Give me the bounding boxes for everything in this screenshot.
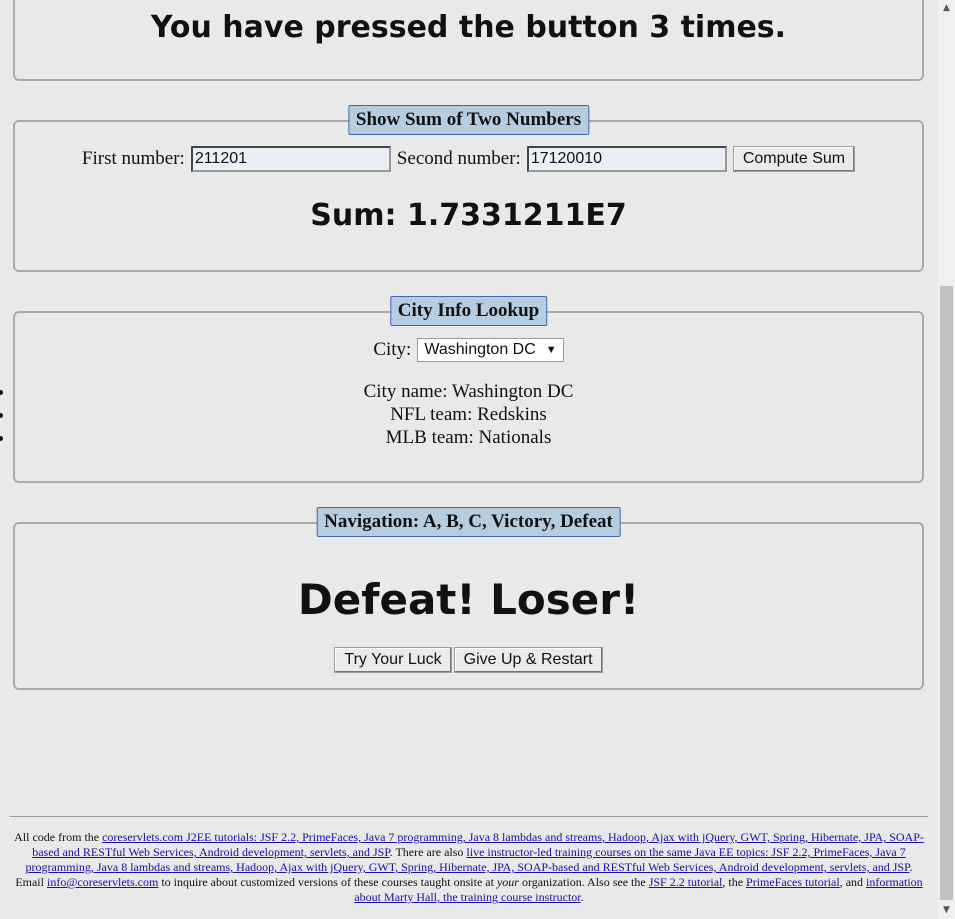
footer-jsf-tutorial-link[interactable]: JSF 2.2 tutorial [649, 875, 723, 889]
city-info-item: City name: Washington DC [15, 380, 922, 403]
first-number-label: First number: [81, 148, 185, 169]
footer-text: , and [839, 875, 867, 889]
city-panel-legend: City Info Lookup [389, 296, 548, 326]
sum-result: Sum: 1.7331211E7 [310, 198, 627, 233]
sum-panel: Show Sum of Two Numbers First number: Se… [13, 105, 924, 272]
footer-text: organization. Also see the [518, 875, 649, 889]
triangle-down-icon: ▼ [545, 344, 557, 356]
footer-text: , the [722, 875, 747, 889]
city-label: City: [373, 339, 412, 360]
footer-text: your [496, 875, 519, 889]
page-footer: All code from the coreservlets.com J2EE … [10, 816, 928, 905]
vertical-scrollbar[interactable]: ▲ ▼ [938, 0, 955, 919]
city-panel: City Info Lookup City: Washington DC ▼ C… [13, 296, 924, 483]
navigation-button-row: Try Your Luck Give Up & Restart [15, 647, 922, 673]
city-info-item: NFL team: Redskins [15, 403, 922, 426]
footer-text: All code from the [14, 830, 103, 844]
second-number-label: Second number: [396, 148, 521, 169]
give-up-restart-button[interactable]: Give Up & Restart [453, 647, 603, 673]
footer-primefaces-tutorial-link[interactable]: PrimeFaces tutorial [746, 875, 840, 889]
try-your-luck-button[interactable]: Try Your Luck [334, 647, 452, 673]
navigation-panel: Navigation: A, B, C, Victory, Defeat Def… [13, 507, 924, 690]
footer-text: to inquire about customized versions of … [158, 875, 497, 889]
footer-text: . There are also [389, 845, 467, 859]
scrollbar-thumb[interactable] [940, 286, 953, 900]
scroll-down-arrow-icon[interactable]: ▼ [938, 902, 955, 919]
navigation-panel-legend: Navigation: A, B, C, Victory, Defeat [316, 507, 621, 537]
footer-email-link[interactable]: info@coreservlets.com [47, 875, 158, 889]
second-number-input[interactable] [526, 146, 727, 172]
sum-input-row: First number: Second number: Compute Sum [15, 146, 922, 172]
sum-panel-legend: Show Sum of Two Numbers [347, 105, 590, 135]
city-info-item: MLB team: Nationals [15, 426, 922, 449]
scroll-up-arrow-icon[interactable]: ▲ [938, 0, 955, 17]
counter-message: You have pressed the button 3 times. [150, 10, 787, 45]
footer-text: . [580, 890, 584, 904]
navigation-result: Defeat! Loser! [297, 575, 640, 624]
city-selected-value: Washington DC [424, 341, 536, 358]
city-info-list: City name: Washington DC NFL team: Redsk… [15, 380, 922, 449]
counter-panel: You have pressed the button 3 times. [13, 0, 924, 81]
city-select-row: City: Washington DC ▼ [15, 338, 922, 362]
city-select[interactable]: Washington DC ▼ [417, 338, 564, 362]
first-number-input[interactable] [190, 146, 391, 172]
compute-sum-button[interactable]: Compute Sum [732, 146, 856, 172]
